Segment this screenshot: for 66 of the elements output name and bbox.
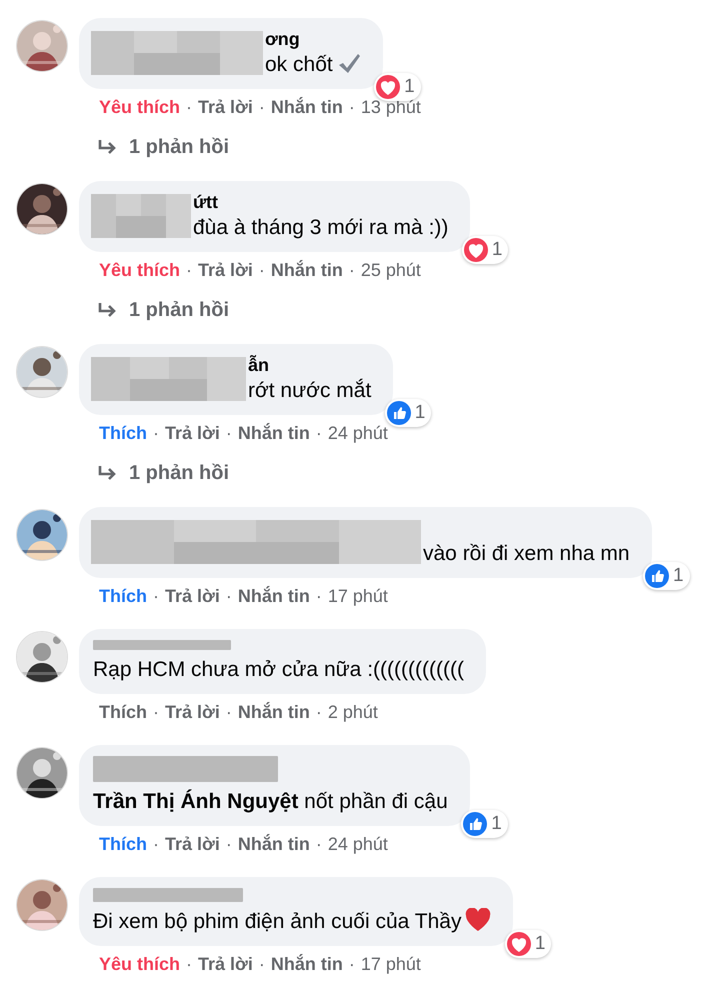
separator-dot: · [186, 260, 192, 281]
like-link[interactable]: Yêu thích [99, 97, 180, 118]
separator-dot: · [226, 423, 232, 444]
message-link[interactable]: Nhắn tin [238, 586, 310, 607]
reaction-badge[interactable]: 1 [504, 930, 552, 958]
author-name[interactable]: ứtt [193, 190, 448, 214]
separator-dot: · [316, 586, 322, 607]
view-replies-link[interactable]: 1 phản hồi [79, 444, 229, 485]
timestamp: 17 phút [328, 586, 388, 607]
reply-link[interactable]: Trả lời [165, 423, 220, 444]
message-link[interactable]: Nhắn tin [238, 834, 310, 855]
reaction-badge[interactable]: 1 [374, 73, 421, 101]
view-replies-link[interactable]: 1 phản hồi [79, 118, 229, 159]
message-link[interactable]: Nhắn tin [270, 954, 343, 975]
reaction-badge[interactable]: 1 [462, 236, 508, 264]
separator-dot: · [186, 954, 192, 975]
like-link[interactable]: Thích [99, 586, 147, 607]
comment-text: Rạp HCM chưa mở cửa nữa :((((((((((((( [93, 658, 464, 681]
comment-text: Đi xem bộ phim điện ảnh cuối của Thầy [93, 910, 462, 933]
timestamp: 2 phút [328, 702, 378, 723]
message-link[interactable]: Nhắn tin [238, 702, 310, 723]
timestamp: 24 phút [328, 834, 388, 855]
reaction-badge[interactable]: 1 [384, 399, 432, 427]
like-link[interactable]: Yêu thích [99, 260, 180, 281]
reply-link[interactable]: Trả lời [165, 586, 220, 607]
message-link[interactable]: Nhắn tin [238, 423, 310, 444]
separator-dot: · [258, 954, 265, 975]
separator-dot: · [153, 586, 159, 607]
like-link[interactable]: Thích [99, 423, 147, 444]
separator-dot: · [226, 702, 232, 723]
separator-dot: · [316, 834, 322, 855]
reply-link[interactable]: Trả lời [198, 260, 253, 281]
separator-dot: · [316, 423, 322, 444]
separator-dot: · [348, 97, 355, 118]
reply-link[interactable]: Trả lời [165, 834, 220, 855]
reaction-badge[interactable]: 1 [643, 562, 690, 590]
message-link[interactable]: Nhắn tin [270, 260, 343, 281]
separator-dot: · [226, 834, 232, 855]
author-name[interactable]: ơng [265, 27, 361, 51]
view-replies-link[interactable]: 1 phản hồi [79, 281, 229, 322]
comment-text: vào rồi đi xem nha mn [423, 542, 630, 565]
separator-dot: · [226, 586, 232, 607]
comment-text: ok chốt [265, 53, 333, 76]
separator-dot: · [153, 834, 159, 855]
like-link[interactable]: Thích [99, 702, 147, 723]
timestamp: 17 phút [360, 954, 421, 975]
reply-link[interactable]: Trả lời [198, 954, 253, 975]
separator-dot: · [153, 423, 159, 444]
comment-text: Trần Thị Ánh Nguyệt nốt phần đi cậu [93, 790, 448, 813]
like-link[interactable]: Thích [99, 834, 147, 855]
message-link[interactable]: Nhắn tin [270, 97, 343, 118]
comment-text: đùa à tháng 3 mới ra mà :)) [193, 216, 448, 239]
separator-dot: · [348, 260, 355, 281]
separator-dot: · [258, 260, 265, 281]
timestamp: 25 phút [360, 260, 421, 281]
separator-dot: · [258, 97, 265, 118]
reaction-badge[interactable]: 1 [461, 810, 508, 838]
like-link[interactable]: Yêu thích [99, 954, 180, 975]
comment-text: rớt nước mắt [248, 379, 372, 402]
separator-dot: · [348, 954, 355, 975]
separator-dot: · [153, 702, 159, 723]
separator-dot: · [186, 97, 192, 118]
author-name[interactable]: ẫn [248, 353, 372, 377]
separator-dot: · [316, 702, 322, 723]
reply-link[interactable]: Trả lời [165, 702, 220, 723]
reply-link[interactable]: Trả lời [198, 97, 253, 118]
